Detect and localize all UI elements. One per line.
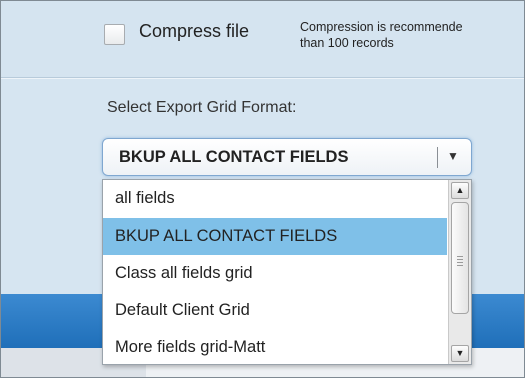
format-dropdown-list: all fields BKUP ALL CONTACT FIELDS Class…: [102, 179, 472, 365]
export-dialog: Compress file Compression is recommende …: [0, 0, 525, 378]
dropdown-option-class-all-fields-grid[interactable]: Class all fields grid: [103, 255, 447, 292]
chevron-down-icon[interactable]: ▼: [447, 149, 459, 163]
thumb-grip-line: [457, 256, 463, 257]
compress-label: Compress file: [139, 21, 250, 41]
dropdown-option-default-client-grid[interactable]: Default Client Grid: [103, 292, 447, 329]
scrollbar-thumb[interactable]: [451, 202, 469, 314]
export-format-select[interactable]: BKUP ALL CONTACT FIELDS ▼: [102, 138, 472, 176]
thumb-grip-line: [457, 262, 463, 263]
select-value: BKUP ALL CONTACT FIELDS: [119, 148, 349, 166]
compression-note-line2: than 100 records: [300, 36, 394, 50]
thumb-grip-line: [457, 265, 463, 266]
compression-note-line1: Compression is recommende: [300, 20, 463, 34]
select-separator: [437, 147, 438, 168]
scroll-down-icon[interactable]: ▼: [451, 345, 469, 362]
dropdown-option-all-fields[interactable]: all fields: [103, 180, 447, 217]
compression-note: Compression is recommende than 100 recor…: [300, 19, 463, 51]
export-format-label: Select Export Grid Format:: [107, 99, 297, 116]
compress-section: Compress file Compression is recommende …: [1, 1, 524, 77]
dropdown-option-more-fields-grid-matt[interactable]: More fields grid-Matt: [103, 329, 447, 364]
scroll-up-icon[interactable]: ▲: [451, 182, 469, 199]
compress-checkbox[interactable]: [104, 24, 125, 45]
dropdown-scrollbar[interactable]: ▲ ▼: [448, 180, 471, 364]
dropdown-option-bkup-all-contact-fields[interactable]: BKUP ALL CONTACT FIELDS: [103, 218, 447, 255]
thumb-grip-line: [457, 259, 463, 260]
